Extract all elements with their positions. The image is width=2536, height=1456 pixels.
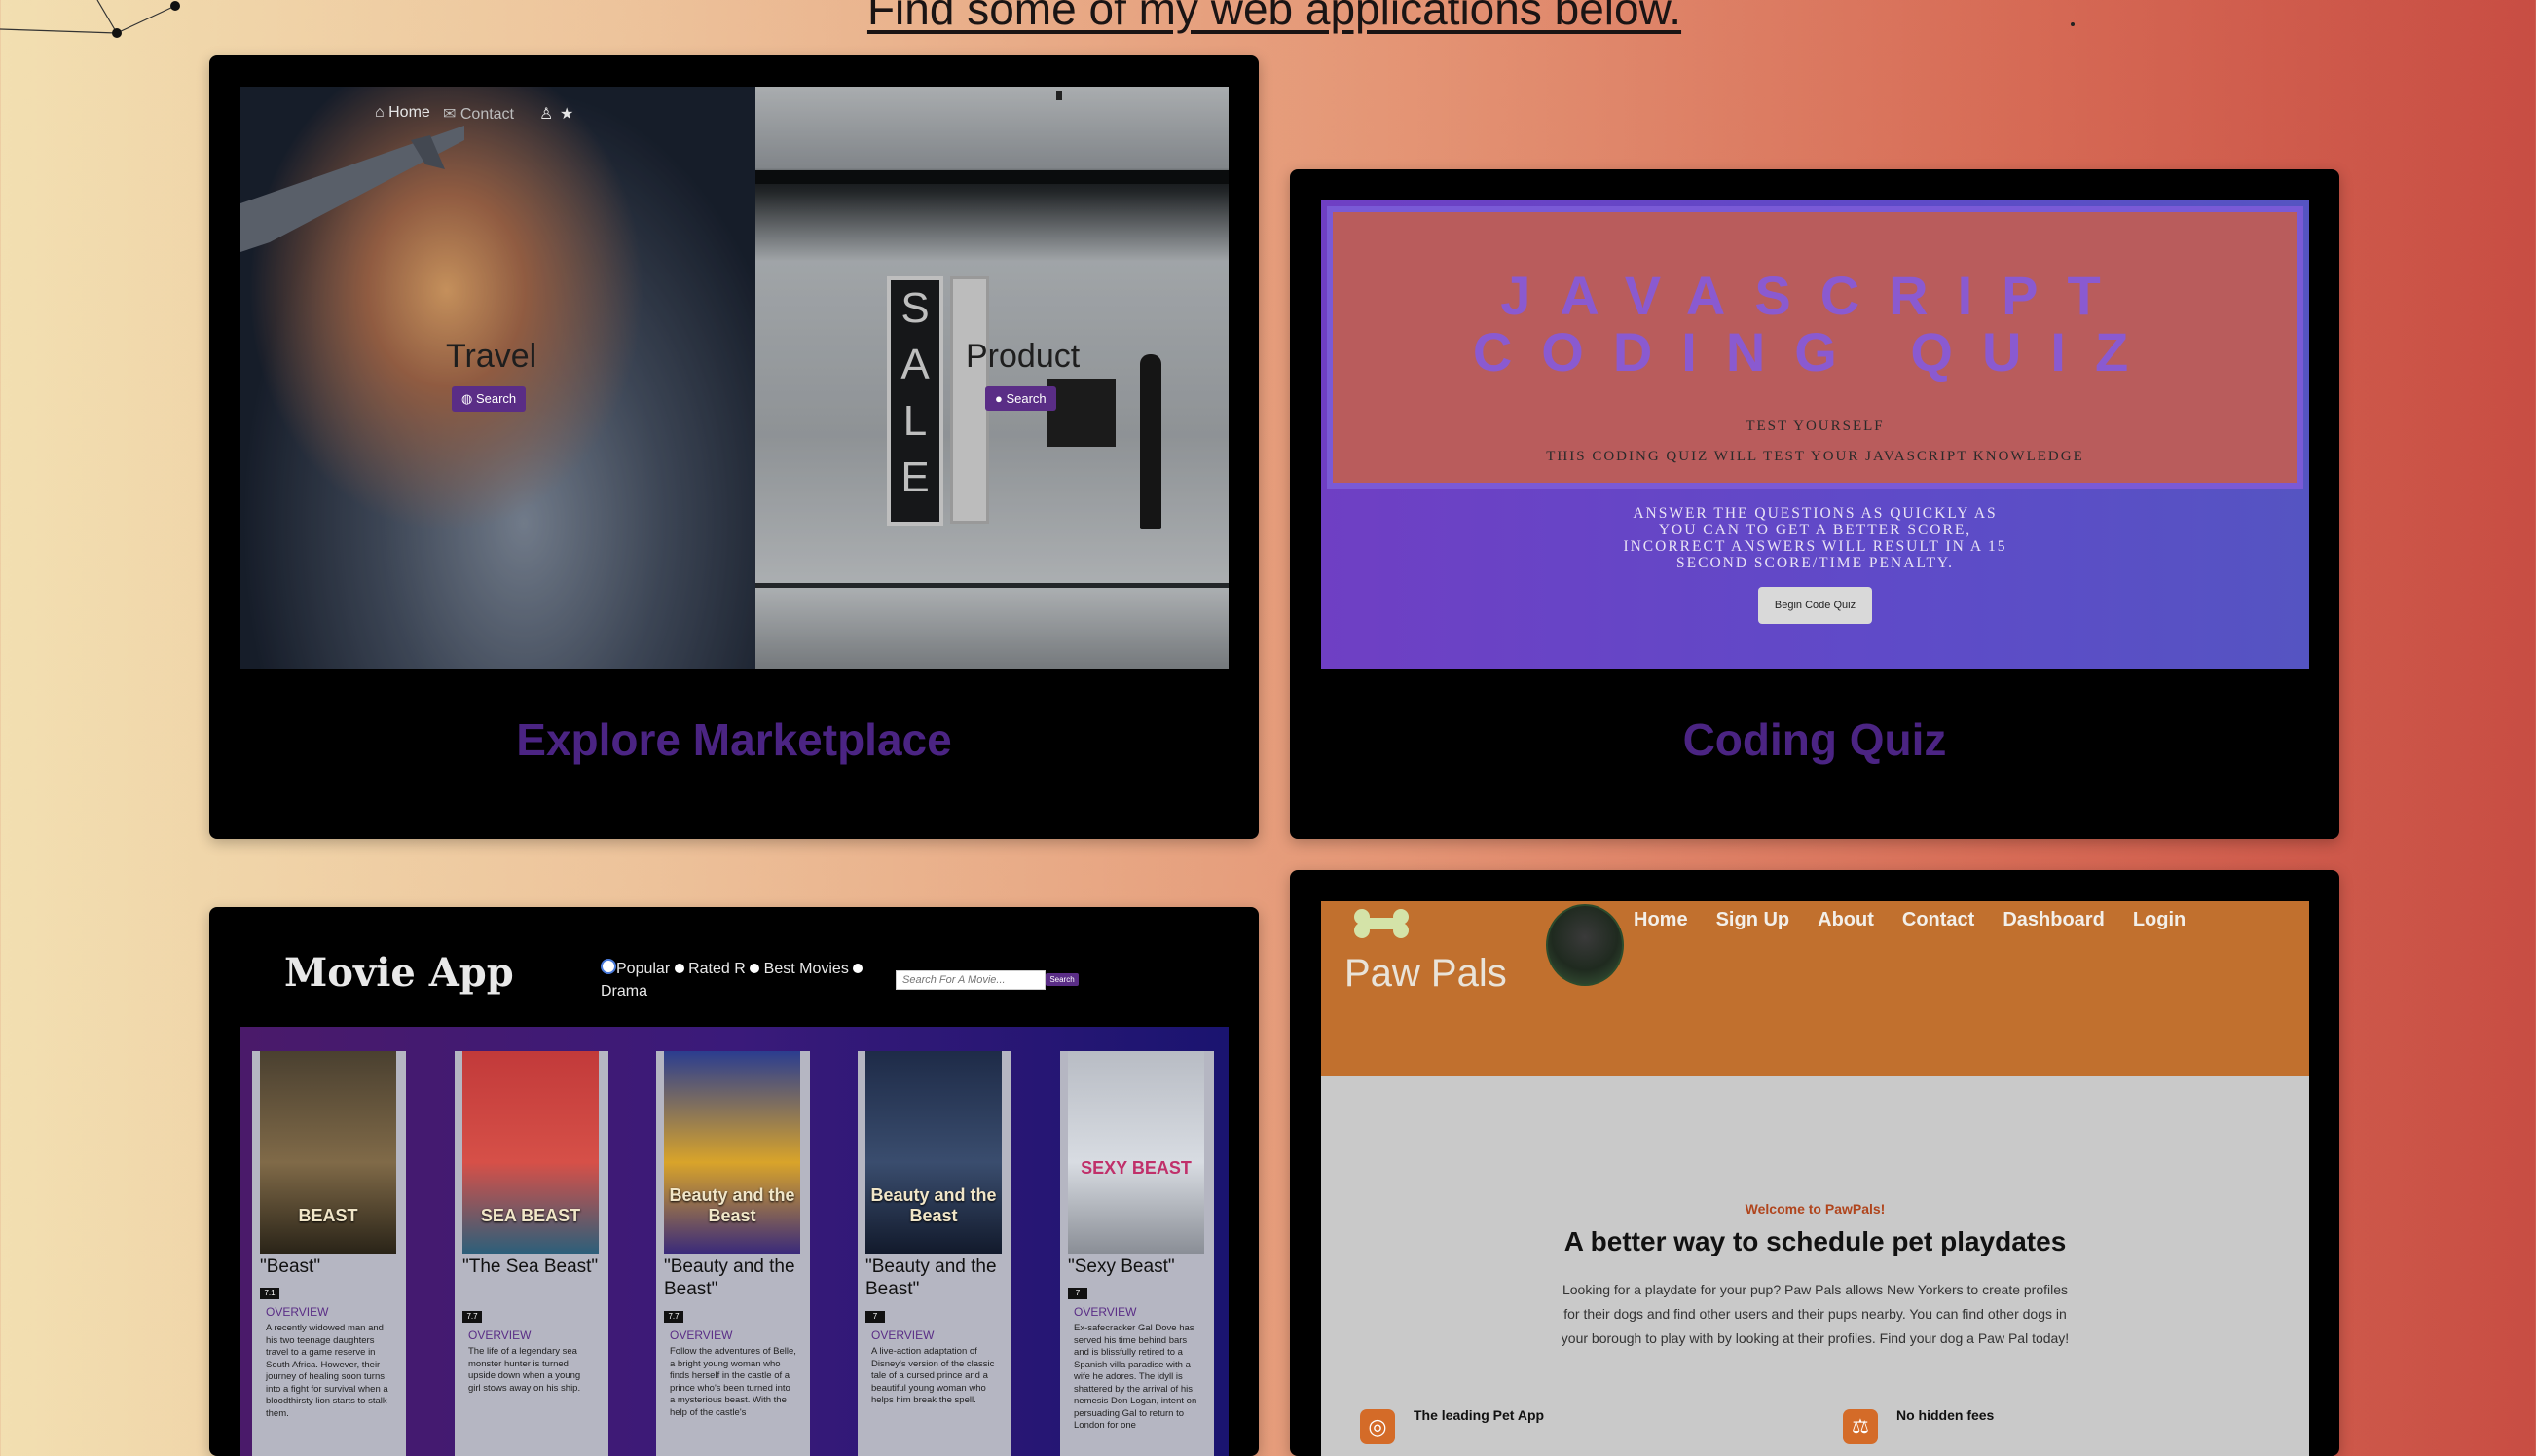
- movie-overview: Follow the adventures of Belle, a bright…: [670, 1346, 796, 1418]
- filter-popular[interactable]: Popular: [601, 959, 670, 977]
- movie-app-title: Movie App: [284, 950, 514, 996]
- overview-label: OVERVIEW: [871, 1329, 935, 1342]
- globe-feature-icon: ◎: [1360, 1409, 1395, 1444]
- movie-card[interactable]: SEA BEAST "The Sea Beast" 7.7 OVERVIEW The l…: [455, 1051, 608, 1456]
- movie-poster[interactable]: Beauty and the Beast: [664, 1051, 800, 1254]
- movie-title: "Beauty and the Beast": [664, 1256, 795, 1299]
- rating-badge: 7: [865, 1311, 885, 1323]
- mail-icon: ✉: [443, 106, 460, 123]
- movie-search-input[interactable]: [896, 970, 1046, 990]
- nav-contact[interactable]: Contact: [1902, 909, 1974, 931]
- poster-title-text: BEAST: [298, 1206, 358, 1225]
- poster-title-text: SEA BEAST: [480, 1206, 581, 1225]
- paw-pals-brand[interactable]: Paw Pals: [1344, 952, 1507, 996]
- product-search-button[interactable]: ● Search: [985, 386, 1056, 411]
- overview-label: OVERVIEW: [670, 1329, 733, 1342]
- movie-app-card[interactable]: Movie App Popular Rated R Best Movies Dr…: [209, 907, 1259, 1456]
- begin-quiz-button[interactable]: Begin Code Quiz: [1758, 587, 1872, 624]
- rating-badge: 7.1: [260, 1288, 279, 1299]
- paw-pals-card[interactable]: Paw Pals Home Sign Up About Contact Dash…: [1290, 870, 2339, 1456]
- nav-login[interactable]: Login: [2133, 909, 2186, 931]
- rating-badge: 7.7: [462, 1311, 482, 1323]
- travel-panel: [240, 87, 755, 669]
- coding-quiz-title[interactable]: Coding Quiz: [1290, 713, 2339, 766]
- movie-title: "Beast": [260, 1256, 321, 1277]
- movie-overview: The life of a legendary sea monster hunt…: [468, 1346, 581, 1394]
- mini-nav-home[interactable]: ⌂ Home: [375, 104, 430, 122]
- movie-title: "Beauty and the Beast": [865, 1256, 997, 1299]
- filter-best-movies[interactable]: Best Movies: [750, 961, 849, 977]
- movie-title: "Sexy Beast": [1068, 1256, 1175, 1277]
- movie-poster[interactable]: SEXY BEAST: [1068, 1051, 1204, 1254]
- movie-poster[interactable]: BEAST: [260, 1051, 396, 1254]
- paw-pals-body: Welcome to PawPals! A better way to sche…: [1321, 1076, 2309, 1456]
- movie-card[interactable]: SEXY BEAST "Sexy Beast" 7 OVERVIEW Ex-safecr…: [1060, 1051, 1214, 1456]
- filter-rated-r[interactable]: Rated R: [674, 961, 746, 977]
- coding-quiz-screenshot[interactable]: JAVASCRIPT CODING QUIZ TEST YOURSELF THI…: [1321, 200, 2309, 669]
- dog-avatar[interactable]: [1546, 904, 1624, 986]
- rating-badge: 7.7: [664, 1311, 683, 1323]
- page-heading: Find some of my web applications below.: [866, 0, 1682, 34]
- user-icon[interactable]: ♙: [539, 104, 553, 124]
- movie-app-screenshot[interactable]: Movie App Popular Rated R Best Movies Dr…: [240, 907, 1229, 1456]
- quiz-heading-line1: JAVASCRIPT: [1500, 265, 2130, 326]
- overview-label: OVERVIEW: [468, 1329, 532, 1342]
- paw-pals-description: Looking for a playdate for your pup? Paw…: [1561, 1282, 2070, 1346]
- nav-dashboard[interactable]: Dashboard: [2003, 909, 2104, 931]
- travel-label: Travel: [446, 338, 537, 375]
- globe-icon: ◍: [461, 391, 476, 406]
- product-label: Product: [966, 338, 1081, 375]
- rating-badge: 7: [1068, 1288, 1087, 1299]
- feature-no-hidden-fees: No hidden fees: [1896, 1407, 1995, 1423]
- quiz-description: THIS CODING QUIZ WILL TEST YOUR JAVASCRI…: [1546, 449, 2084, 464]
- overview-label: OVERVIEW: [1074, 1305, 1137, 1319]
- movie-search-button[interactable]: Search: [1046, 973, 1079, 986]
- paw-pals-screenshot[interactable]: Paw Pals Home Sign Up About Contact Dash…: [1321, 901, 2309, 1456]
- movie-overview: Ex-safecracker Gal Dove has served his t…: [1074, 1323, 1197, 1431]
- nav-sign-up[interactable]: Sign Up: [1716, 909, 1790, 931]
- movie-overview: A live-action adaptation of Disney's ver…: [871, 1346, 995, 1405]
- movie-poster[interactable]: Beauty and the Beast: [865, 1051, 1002, 1254]
- mini-nav-contact[interactable]: ✉ Contact: [443, 104, 514, 124]
- movie-card[interactable]: BEAST "Beast" 7.1 OVERVIEW A recently widowe…: [252, 1051, 406, 1456]
- lamp-icon: [1056, 91, 1062, 100]
- travel-search-button[interactable]: ◍ Search: [452, 386, 527, 412]
- quiz-header-panel: JAVASCRIPT CODING QUIZ TEST YOURSELF THI…: [1327, 206, 2303, 489]
- search-icon: ●: [995, 391, 1007, 406]
- nav-home[interactable]: Home: [1634, 909, 1688, 931]
- poster-title-text: Beauty and the Beast: [669, 1185, 795, 1225]
- star-icon[interactable]: ★: [560, 104, 573, 124]
- coding-quiz-card[interactable]: JAVASCRIPT CODING QUIZ TEST YOURSELF THI…: [1290, 169, 2339, 839]
- overview-label: OVERVIEW: [266, 1305, 329, 1319]
- feature-leading-pet-app: The leading Pet App: [1414, 1407, 1545, 1423]
- scale-feature-icon: ⚖: [1843, 1409, 1878, 1444]
- quiz-instructions: ANSWER THE QUESTIONS AS QUICKLY AS YOU C…: [1623, 505, 2007, 571]
- poster-title-text: SEXY BEAST: [1081, 1158, 1192, 1178]
- movie-poster[interactable]: SEA BEAST: [462, 1051, 599, 1254]
- marketplace-screenshot[interactable]: S A L E ⌂ Home ✉ Contact ♙ ★ Travel ◍ Se…: [240, 87, 1229, 669]
- product-panel: S A L E: [755, 87, 1229, 669]
- bone-icon: [1354, 909, 1409, 938]
- movie-card[interactable]: Beauty and the Beast "Beauty and the Beas…: [858, 1051, 1011, 1456]
- paw-pals-nav: Home Sign Up About Contact Dashboard Log…: [1634, 909, 2186, 931]
- paw-pals-header: Paw Pals Home Sign Up About Contact Dash…: [1321, 901, 2309, 1076]
- quiz-subtitle: TEST YOURSELF: [1746, 419, 1885, 434]
- marketplace-title[interactable]: Explore Marketplace: [209, 713, 1259, 766]
- home-icon: ⌂: [375, 104, 389, 121]
- nav-about[interactable]: About: [1818, 909, 1874, 931]
- marketplace-card[interactable]: S A L E ⌂ Home ✉ Contact ♙ ★ Travel ◍ Se…: [209, 55, 1259, 839]
- movie-filter-group: Popular Rated R Best Movies Drama: [601, 958, 883, 1002]
- welcome-text: Welcome to PawPals!: [1745, 1201, 1886, 1217]
- movie-card[interactable]: Beauty and the Beast "Beauty and the Beas…: [656, 1051, 810, 1456]
- paw-pals-headline: A better way to schedule pet playdates: [1563, 1226, 2067, 1256]
- movie-overview: A recently widowed man and his two teena…: [266, 1323, 388, 1419]
- quiz-heading-line2: CODING QUIZ: [1472, 321, 2158, 382]
- movie-title: "The Sea Beast": [462, 1256, 599, 1277]
- movie-grid: BEAST "Beast" 7.1 OVERVIEW A recently widowe…: [240, 1027, 1229, 1456]
- poster-title-text: Beauty and the Beast: [870, 1185, 997, 1225]
